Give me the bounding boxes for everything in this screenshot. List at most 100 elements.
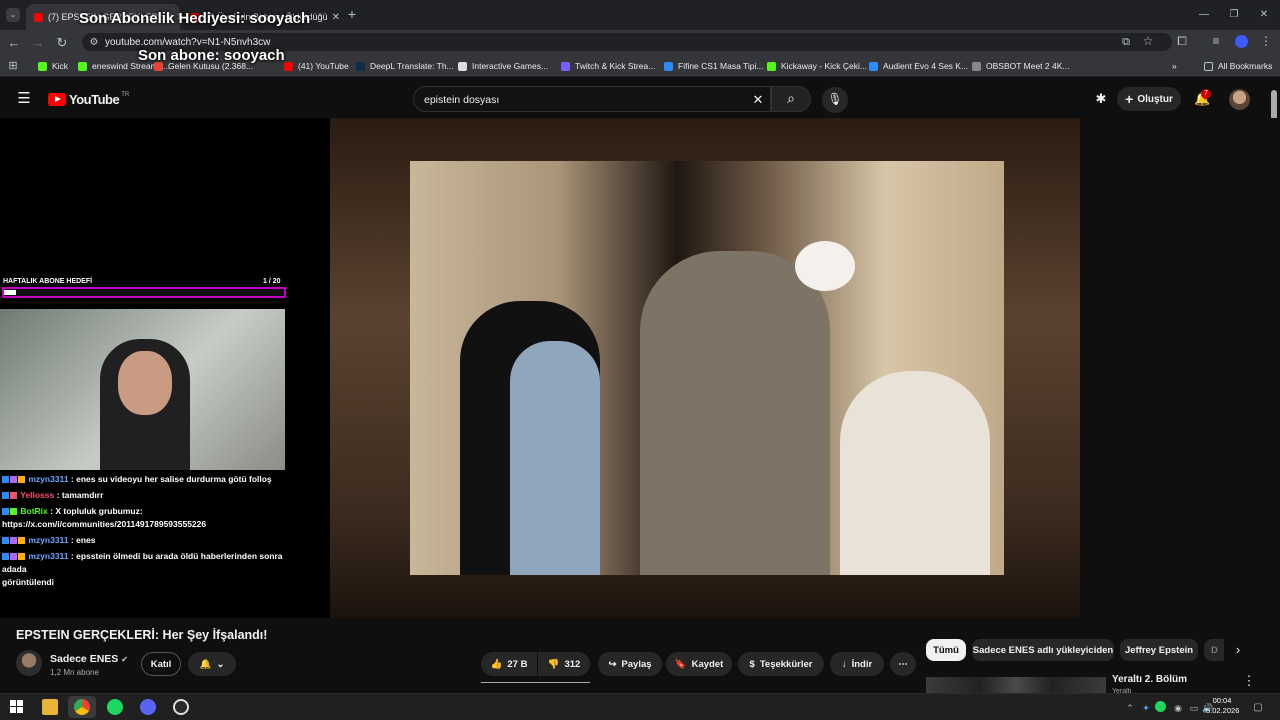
chrome-icon[interactable] bbox=[74, 699, 90, 715]
twitch-kick-icon bbox=[561, 61, 570, 71]
taskbar bbox=[0, 693, 1280, 720]
youtube-icon bbox=[284, 61, 293, 71]
back-icon[interactable]: ← bbox=[6, 36, 22, 49]
channel-avatar[interactable] bbox=[16, 650, 42, 676]
windows-start-icon[interactable] bbox=[10, 700, 23, 713]
check-icon bbox=[869, 61, 878, 71]
tray-app-icon[interactable]: ✦ bbox=[1138, 702, 1154, 715]
video-title: EPSTEIN GERÇEKLERİ: Her Şey İfşalandı! bbox=[16, 628, 268, 642]
right-panel bbox=[1080, 118, 1280, 618]
dislike-button[interactable]: 👎 312 bbox=[538, 652, 590, 676]
site-info-icon[interactable]: ⚙ bbox=[86, 36, 102, 49]
bookmark-item[interactable]: DeepL Translate: Th... bbox=[356, 61, 454, 71]
more-bookmarks-icon[interactable]: » bbox=[1172, 61, 1177, 71]
tab-search-icon[interactable]: ⌄ bbox=[6, 8, 20, 22]
clear-search-icon[interactable]: ✕ bbox=[750, 93, 766, 106]
share-icon: ↪ bbox=[608, 658, 617, 670]
save-button[interactable]: 🔖 Kaydet bbox=[666, 652, 732, 676]
chip-jeffrey-epstein[interactable]: Jeffrey Epstein bbox=[1120, 639, 1198, 661]
bookmark-icon: 🔖 bbox=[674, 658, 687, 670]
recommended-menu-icon[interactable]: ⋮ bbox=[1241, 674, 1257, 687]
tab-close-icon[interactable]: ✕ bbox=[328, 12, 340, 23]
channel-name[interactable]: Sadece ENES ✔ bbox=[50, 653, 128, 665]
gift-overlay-text: Son Abonelik Hediyesi: sooyach bbox=[79, 10, 311, 27]
chat-username: BotRix bbox=[20, 506, 48, 516]
chat-text: https://x.com/i/communities/201149178959… bbox=[2, 519, 207, 529]
chat-text: : X topluluk grubumuz: bbox=[50, 506, 143, 516]
youtube-logo[interactable]: YouTube TR bbox=[48, 92, 129, 107]
spotify-icon[interactable] bbox=[107, 699, 123, 715]
chat-text: görüntülendi bbox=[2, 577, 54, 587]
bookmark-item[interactable]: Kickaway - Kick Çeki... bbox=[767, 61, 867, 71]
close-window-icon[interactable]: ✕ bbox=[1256, 8, 1272, 21]
tray-steam-icon[interactable]: ◉ bbox=[1170, 702, 1186, 715]
profile-icon[interactable] bbox=[1235, 35, 1248, 48]
like-button[interactable]: 👍 27 B bbox=[481, 652, 537, 676]
kickaway-icon bbox=[767, 61, 776, 71]
chat-username: mzyn3311 bbox=[28, 551, 69, 561]
extensions-icon[interactable]: ⧠ bbox=[1174, 35, 1190, 48]
ceiling-lamp bbox=[795, 241, 855, 291]
weekly-goal-label: HAFTALIK ABONE HEDEFİ bbox=[3, 278, 93, 285]
premium-gift-icon[interactable]: ✱ bbox=[1093, 92, 1109, 105]
forward-icon[interactable]: → bbox=[30, 36, 46, 49]
share-button[interactable]: ↪ Paylaş bbox=[598, 652, 662, 676]
recommended-thumbnail[interactable] bbox=[926, 677, 1106, 693]
bookmark-item[interactable]: Fifine CS1 Masa Tipi... bbox=[664, 61, 764, 71]
figure-silhouette bbox=[510, 341, 600, 575]
minimize-icon[interactable]: — bbox=[1196, 8, 1212, 21]
bookmark-item[interactable]: OBSBOT Meet 2 4K... bbox=[972, 61, 1069, 71]
install-app-icon[interactable]: ⧉ bbox=[1118, 36, 1134, 49]
plus-icon: + bbox=[1125, 91, 1134, 107]
weekly-goal-bar bbox=[2, 287, 286, 298]
check-icon bbox=[664, 61, 673, 71]
all-bookmarks[interactable]: All Bookmarks bbox=[1204, 61, 1272, 71]
file-explorer-icon[interactable] bbox=[42, 699, 58, 715]
bookmark-star-icon[interactable]: ☆ bbox=[1140, 35, 1156, 48]
tray-overflow-icon[interactable]: ⌃ bbox=[1122, 702, 1138, 715]
clock[interactable]: 00:04 5.02.2026 bbox=[1206, 696, 1240, 716]
chip-uploader[interactable]: Sadece ENES adlı yükleyiciden bbox=[972, 639, 1114, 661]
restore-icon[interactable]: ❐ bbox=[1226, 8, 1242, 21]
chip-all[interactable]: Tümü bbox=[926, 639, 966, 661]
bookmark-item[interactable]: Interactive Games... bbox=[458, 61, 548, 71]
bookmark-item[interactable]: Twitch & Kick Strea... bbox=[561, 61, 655, 71]
chat-message: mzyn3311 : enes bbox=[2, 534, 307, 547]
account-avatar[interactable] bbox=[1229, 89, 1250, 110]
bookmark-item[interactable]: (41) YouTube bbox=[284, 61, 349, 71]
folder-icon bbox=[1204, 61, 1213, 71]
notification-center-icon[interactable]: ▢ bbox=[1250, 701, 1266, 714]
verified-icon: ✔ bbox=[121, 655, 128, 664]
chat-username: Yellosss bbox=[20, 490, 55, 500]
hamburger-menu-icon[interactable]: ☰ bbox=[16, 91, 32, 106]
thanks-button[interactable]: $ Teşekkürler bbox=[738, 652, 824, 676]
bookmark-item[interactable]: Kick bbox=[38, 61, 68, 71]
video-inner-frame bbox=[410, 161, 1004, 575]
create-button[interactable]: + Oluştur bbox=[1117, 87, 1181, 111]
reload-icon[interactable]: ↻ bbox=[54, 36, 70, 49]
tray-spotify-icon[interactable] bbox=[1155, 701, 1166, 712]
more-actions-button[interactable]: ⋯ bbox=[890, 652, 916, 676]
recommended-title[interactable]: Yeraltı 2. Bölüm bbox=[1112, 674, 1187, 685]
media-controls-icon[interactable]: ≡ bbox=[1208, 35, 1224, 48]
clock-date: 5.02.2026 bbox=[1206, 706, 1240, 715]
youtube-favicon-icon bbox=[34, 12, 43, 22]
join-button[interactable]: Katıl bbox=[141, 652, 181, 676]
apps-grid-icon[interactable]: ⊞ bbox=[5, 60, 21, 73]
download-icon: ↓ bbox=[841, 658, 847, 670]
subscribe-bell-button[interactable]: 🔔 ⌄ bbox=[188, 652, 236, 676]
bookmark-item[interactable]: Audient Evo 4 Ses K... bbox=[869, 61, 968, 71]
chevron-right-icon[interactable]: › bbox=[1230, 643, 1246, 656]
chip-partial[interactable]: D bbox=[1204, 639, 1224, 661]
microphone-icon: 🎙 bbox=[827, 92, 843, 106]
obs-icon[interactable] bbox=[173, 699, 189, 715]
download-button[interactable]: ↓ İndir bbox=[830, 652, 884, 676]
figure-silhouette bbox=[640, 251, 830, 575]
kick-icon bbox=[78, 61, 87, 71]
discord-icon[interactable] bbox=[140, 699, 156, 715]
thumbs-up-icon: 👍 bbox=[490, 658, 503, 670]
menu-icon[interactable]: ⋮ bbox=[1258, 35, 1274, 48]
chat-text: : enes bbox=[70, 535, 96, 545]
new-tab-button[interactable]: + bbox=[344, 7, 360, 21]
search-query[interactable]: epistein dosyası bbox=[424, 94, 499, 106]
